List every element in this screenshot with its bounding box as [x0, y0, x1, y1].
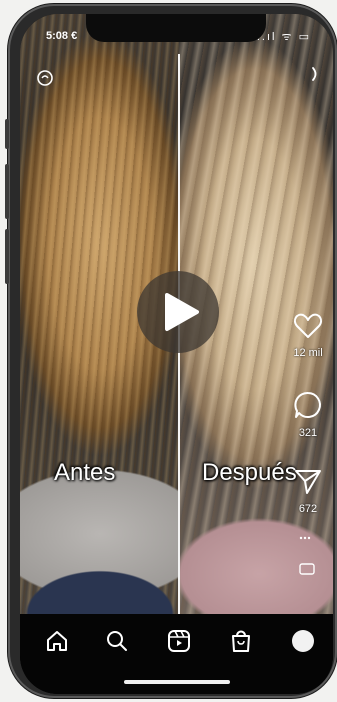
shop-icon[interactable]: [228, 628, 254, 654]
comment-count: 321: [298, 427, 318, 439]
share-count: 672: [298, 503, 318, 515]
search-icon[interactable]: [104, 628, 130, 654]
camera-icon[interactable]: [34, 68, 56, 88]
status-time: 5:08 €: [46, 30, 78, 42]
status-icons: ..ıl ᯤ ▭: [256, 31, 311, 43]
comment-button[interactable]: 321: [288, 390, 328, 439]
like-count: 12 mil: [293, 347, 323, 359]
reels-icon[interactable]: [166, 628, 192, 654]
audio-icon[interactable]: [298, 562, 316, 579]
share-button[interactable]: 672: [288, 466, 328, 515]
comment-icon: [294, 391, 321, 418]
notch: [86, 14, 266, 42]
more-options-icon[interactable]: [298, 532, 312, 546]
play-button[interactable]: [137, 271, 219, 353]
reel-video[interactable]: 5:08 € ..ıl ᯤ ▭ Antes Después 12 mil 321…: [20, 14, 333, 614]
like-button[interactable]: 12 mil: [288, 312, 328, 359]
bottom-nav-bar: [20, 614, 333, 694]
home-indicator: [124, 680, 230, 684]
heart-icon: [293, 313, 323, 338]
home-icon[interactable]: [44, 628, 70, 654]
send-icon: [295, 470, 321, 494]
volume-up-button: [5, 164, 9, 219]
caption-before: Antes: [54, 459, 116, 486]
caption-after: Después: [202, 459, 297, 486]
play-icon: [165, 293, 199, 331]
mute-switch: [5, 119, 9, 149]
more-icon[interactable]: [311, 66, 321, 87]
profile-avatar[interactable]: [290, 628, 316, 654]
volume-down-button: [5, 229, 9, 284]
phone-screen: 5:08 € ..ıl ᯤ ▭ Antes Después 12 mil 321…: [20, 14, 333, 694]
